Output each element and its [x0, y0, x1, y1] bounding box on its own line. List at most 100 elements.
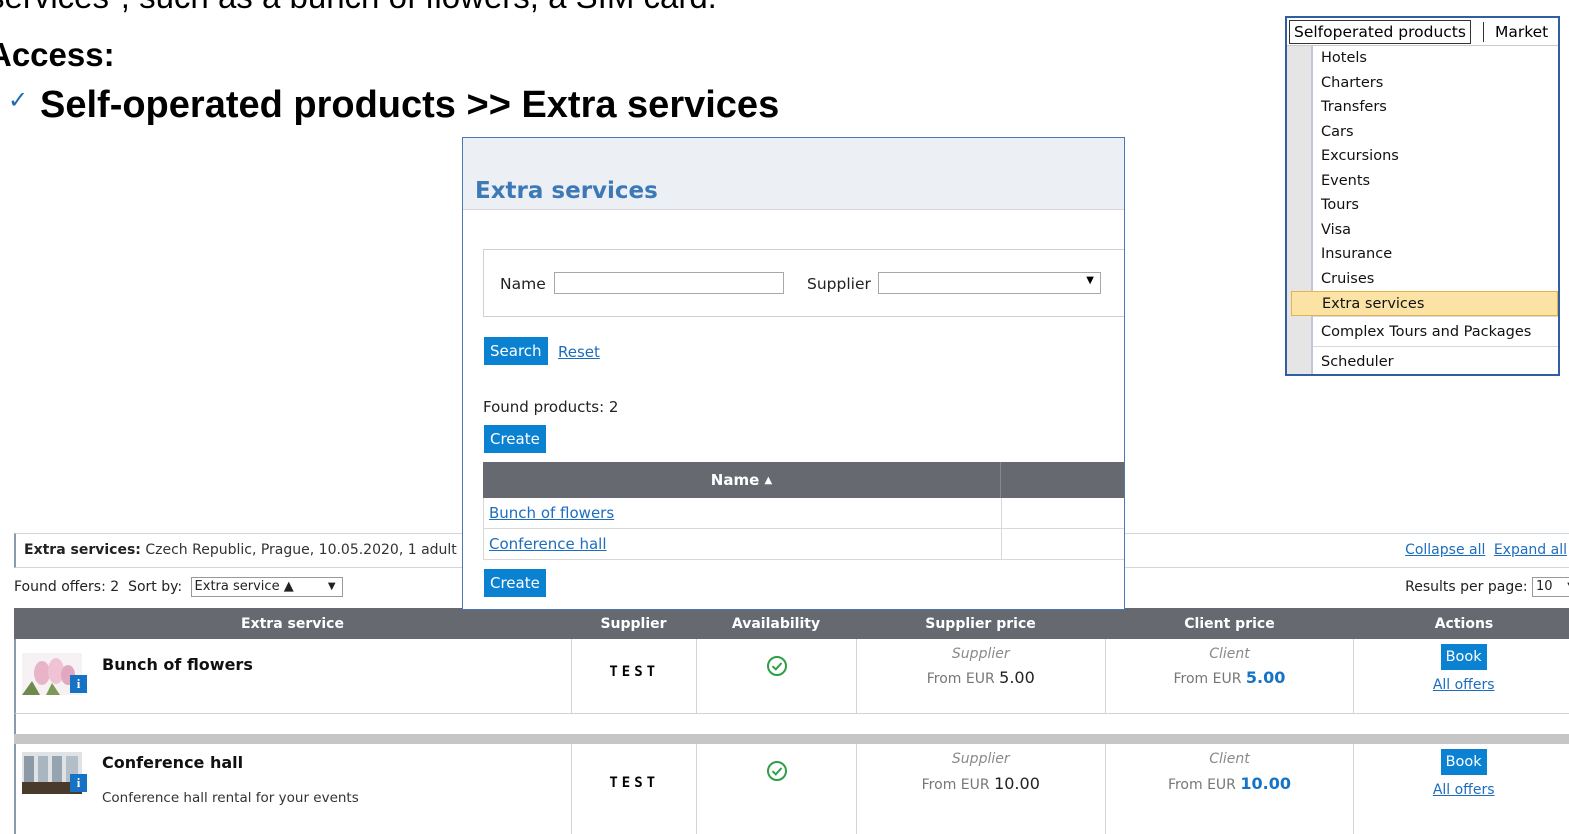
available-check-icon — [766, 656, 787, 676]
offer-supplier-price-cell: Supplier From EUR 10.00 — [857, 744, 1106, 834]
offer-name: Bunch of flowers — [102, 655, 253, 674]
slide-navigation-path: Self-operated products >> Extra services — [40, 84, 780, 126]
menu-item-cruises[interactable]: Cruises — [1313, 267, 1558, 292]
offer-client-price-cell: Client From EUR 5.00 — [1106, 639, 1355, 713]
book-button[interactable]: Book — [1440, 644, 1487, 670]
supplier-price-label: Supplier — [951, 646, 1010, 662]
product-link[interactable]: Conference hall — [489, 535, 607, 553]
sort-ascending-icon: ▲ — [764, 474, 773, 486]
table-row: Bunch of flowers — [483, 498, 1124, 529]
menu-item-charters[interactable]: Charters — [1313, 71, 1558, 96]
client-price-prefix: From EUR — [1173, 671, 1242, 687]
supplier-select[interactable]: ▼ — [878, 272, 1101, 294]
menu-item-visa[interactable]: Visa — [1313, 218, 1558, 243]
expand-all-link[interactable]: Expand all — [1494, 542, 1567, 558]
supplier-price-prefix: From EUR — [921, 777, 990, 793]
menu-item-cars[interactable]: Cars — [1313, 120, 1558, 145]
info-icon[interactable]: i — [70, 774, 87, 792]
menu-item-extra-services[interactable]: Extra services — [1291, 291, 1558, 316]
menu-item-events[interactable]: Events — [1313, 169, 1558, 194]
summary-label: Extra services: — [24, 542, 141, 558]
results-per-page: Results per page: 10▼ — [1405, 577, 1569, 597]
name-label: Name — [500, 275, 546, 293]
supplier-logo: TEST — [609, 775, 660, 791]
offer-service-cell: i Conference hall Conference hall rental… — [16, 744, 573, 834]
header-actions: Actions — [1434, 615, 1494, 632]
offer-description: Conference hall rental for your events — [102, 790, 359, 806]
header-supplier-price[interactable]: Supplier price — [856, 608, 1105, 639]
menu-item-transfers[interactable]: Transfers — [1313, 95, 1558, 120]
header-extra-service[interactable]: Extra service — [14, 608, 571, 639]
offer-service-cell: i Bunch of flowers — [16, 639, 573, 713]
info-icon[interactable]: i — [70, 675, 87, 693]
product-link[interactable]: Bunch of flowers — [489, 504, 614, 522]
header-name-label: Name — [710, 471, 760, 489]
offer-availability-cell — [697, 744, 857, 834]
menu-tab-market[interactable]: Market — [1495, 23, 1548, 41]
menu-item-hotels[interactable]: Hotels — [1313, 46, 1558, 71]
header-name[interactable]: Name ▲ — [483, 462, 1001, 498]
chevron-down-icon: ▼ — [1086, 275, 1094, 286]
sort-by-select[interactable]: Extra service ▲ ▼ — [190, 577, 343, 597]
found-offers-count: Found offers: 2 — [14, 579, 120, 595]
slide-access-heading: Access: — [0, 36, 115, 73]
supplier-price-value: 10.00 — [994, 774, 1040, 793]
all-offers-link[interactable]: All offers — [1354, 782, 1569, 798]
book-button[interactable]: Book — [1440, 749, 1487, 775]
supplier-price: From EUR 5.00 — [857, 668, 1105, 687]
available-check-icon — [766, 761, 787, 781]
create-button-bottom[interactable]: Create — [484, 569, 546, 597]
table-row: i Bunch of flowers TEST Supplier From EU… — [14, 639, 1569, 714]
offer-supplier-cell: TEST — [572, 744, 698, 834]
product-name-cell: Bunch of flowers — [484, 498, 1002, 528]
products-menu: Selfoperated products Market Hotels Char… — [1285, 16, 1560, 376]
header-availability[interactable]: Availability — [696, 608, 856, 639]
offer-client-price-cell: Client From EUR 10.00 — [1106, 744, 1355, 834]
window-header: Extra services — [463, 138, 1124, 210]
supplier-price: From EUR 10.00 — [857, 774, 1105, 793]
products-table-header: Name ▲ — [483, 462, 1124, 498]
search-button[interactable]: Search — [484, 337, 548, 365]
offer-name: Conference hall — [102, 753, 244, 772]
row-spacer — [14, 714, 1569, 734]
summary-text: Czech Republic, Prague, 10.05.2020, 1 ad… — [145, 542, 457, 558]
header-supplier[interactable]: Supplier — [571, 608, 696, 639]
menu-divider — [1482, 21, 1484, 42]
supplier-logo: TEST — [609, 664, 660, 680]
all-offers-link[interactable]: All offers — [1354, 677, 1569, 693]
supplier-price-label: Supplier — [951, 751, 1010, 767]
collapse-all-link[interactable]: Collapse all — [1405, 542, 1485, 558]
menu-dropdown-list: Hotels Charters Transfers Cars Excursion… — [1291, 46, 1558, 375]
product-name-cell: Conference hall — [484, 529, 1002, 559]
client-price: From EUR 10.00 — [1106, 774, 1354, 793]
row-divider — [14, 734, 1569, 744]
menu-icon-strip — [1287, 46, 1313, 374]
per-page-label: Results per page: — [1405, 579, 1528, 595]
menu-item-tours[interactable]: Tours — [1313, 193, 1558, 218]
client-price: From EUR 5.00 — [1106, 668, 1354, 687]
search-filter-box: Name Supplier ▼ — [483, 249, 1124, 317]
table-row: i Conference hall Conference hall rental… — [14, 744, 1569, 834]
menu-item-complex-tours[interactable]: Complex Tours and Packages — [1313, 315, 1558, 346]
offer-supplier-price-cell: Supplier From EUR 5.00 — [857, 639, 1106, 713]
header-client-price[interactable]: Client price — [1105, 608, 1354, 639]
client-price-label: Client — [1209, 646, 1250, 662]
reset-link[interactable]: Reset — [558, 343, 600, 361]
extra-services-search-window: Extra services Name Supplier ▼ Search Re… — [462, 137, 1125, 610]
menu-tab-selfoperated[interactable]: Selfoperated products — [1289, 19, 1471, 44]
menu-item-insurance[interactable]: Insurance — [1313, 242, 1558, 267]
products-table: Name ▲ Bunch of flowers Conference hall — [483, 462, 1124, 560]
menu-item-excursions[interactable]: Excursions — [1313, 144, 1558, 169]
name-input[interactable] — [554, 272, 784, 294]
per-page-select[interactable]: 10▼ — [1532, 577, 1569, 597]
table-row: Conference hall — [483, 529, 1124, 560]
client-price-value: 5.00 — [1245, 668, 1286, 687]
menu-item-scheduler[interactable]: Scheduler — [1313, 345, 1558, 375]
per-page-value: 10 — [1536, 579, 1553, 594]
client-price-label: Client — [1209, 751, 1250, 767]
slide-intro-text: services", such as a bunch of flowers, a… — [0, 0, 717, 16]
offer-actions-cell: Book All offers — [1354, 744, 1569, 834]
offers-table-header: Extra service Supplier Availability Supp… — [14, 608, 1569, 639]
sort-by-label: Sort by: — [128, 579, 183, 595]
create-button[interactable]: Create — [484, 425, 546, 453]
